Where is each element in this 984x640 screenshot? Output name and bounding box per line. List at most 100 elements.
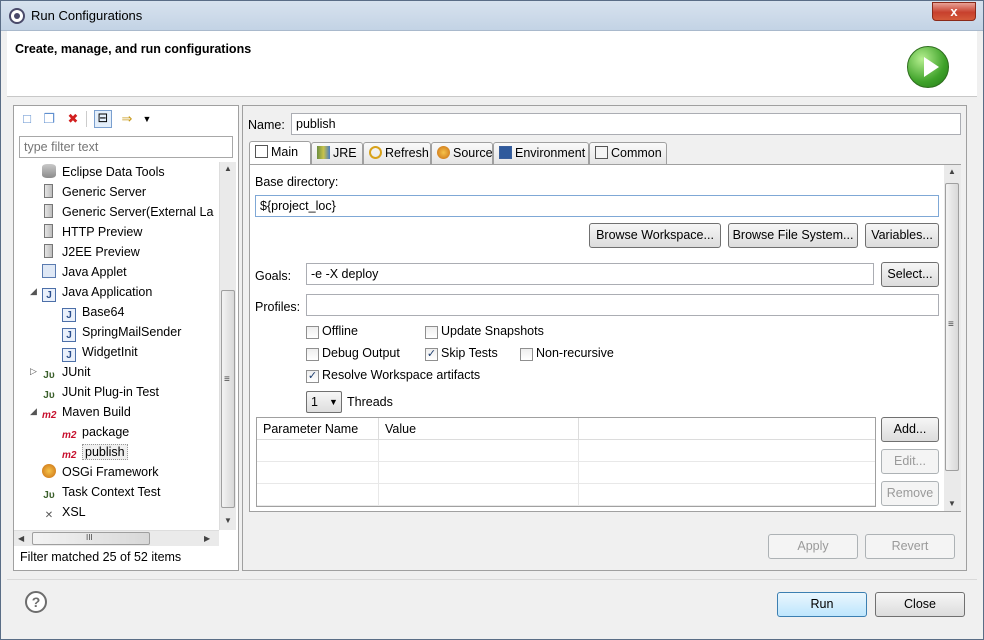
tree-item-generic-server-external[interactable]: Generic Server(External La — [42, 202, 213, 222]
update-snapshots-checkbox[interactable] — [425, 326, 438, 339]
scroll-left-arrow-icon[interactable]: ◀ — [18, 534, 24, 543]
scroll-right-arrow-icon[interactable]: ▶ — [204, 534, 210, 543]
table-row[interactable] — [257, 463, 875, 484]
tree-item-junit-plugin-test[interactable]: Jᴜ JUnit Plug-in Test — [42, 382, 159, 402]
config-tree: Eclipse Data Tools Generic Server Generi… — [14, 162, 219, 530]
tree-item-eclipse-data-tools[interactable]: Eclipse Data Tools — [42, 162, 165, 182]
tree-item-osgi-framework[interactable]: OSGi Framework — [42, 462, 159, 482]
tree-item-xsl[interactable]: ✕ XSL — [42, 502, 86, 522]
tree-vertical-scrollbar[interactable]: ▲ ≡ ▼ — [219, 162, 236, 530]
tab-refresh[interactable]: Refresh — [363, 142, 431, 164]
scroll-down-arrow-icon[interactable]: ▼ — [224, 516, 232, 525]
server-icon — [44, 244, 53, 258]
applet-icon — [42, 264, 56, 278]
help-icon[interactable]: ? — [25, 591, 47, 613]
edit-parameter-button[interactable]: Edit... — [881, 449, 939, 474]
delete-config-icon[interactable]: ✖ — [64, 110, 82, 128]
tree-item-label-selected: publish — [82, 444, 128, 460]
tab-source[interactable]: Source — [431, 142, 493, 164]
tree-item-maven-build[interactable]: m2 Maven Build — [42, 402, 131, 422]
server-icon — [44, 204, 53, 218]
scroll-down-arrow-icon[interactable]: ▼ — [948, 499, 956, 508]
osgi-icon — [42, 464, 56, 478]
tree-item-widgetinit[interactable]: J WidgetInit — [62, 342, 138, 362]
tab-label: Environment — [515, 146, 586, 160]
tree-item-label: package — [82, 425, 130, 439]
server-icon — [44, 184, 53, 198]
collapse-all-icon[interactable]: ⊟ — [94, 110, 112, 128]
tree-item-base64[interactable]: J Base64 — [62, 302, 124, 322]
scroll-up-arrow-icon[interactable]: ▲ — [948, 167, 956, 176]
revert-button[interactable]: Revert — [865, 534, 955, 559]
new-config-icon[interactable]: □ — [18, 110, 36, 128]
browse-file-system-button[interactable]: Browse File System... — [728, 223, 858, 248]
tab-main[interactable]: Main — [249, 141, 311, 164]
filter-config-icon[interactable]: ⇒ — [118, 110, 136, 128]
base-directory-input[interactable]: ${project_loc} — [255, 195, 939, 217]
tree-item-java-application[interactable]: J Java Application — [42, 282, 152, 302]
tab-environment[interactable]: Environment — [493, 142, 589, 164]
tab-label: Source — [453, 146, 493, 160]
database-icon — [42, 164, 56, 178]
tree-item-http-preview[interactable]: HTTP Preview — [42, 222, 142, 242]
expand-toggle-java-application[interactable]: ◢ — [30, 286, 40, 297]
main-tab-icon — [255, 145, 268, 158]
tree-item-package[interactable]: m2 package — [62, 422, 129, 442]
tree-item-task-context-test[interactable]: Jᴜ Task Context Test — [42, 482, 160, 502]
table-column-divider — [378, 440, 379, 506]
scroll-thumb[interactable] — [221, 290, 235, 508]
tree-item-springmailsender[interactable]: J SpringMailSender — [62, 322, 181, 342]
add-parameter-button[interactable]: Add... — [881, 417, 939, 442]
tab-jre[interactable]: JRE — [311, 142, 363, 164]
table-row[interactable] — [257, 441, 875, 462]
browse-workspace-button[interactable]: Browse Workspace... — [589, 223, 721, 248]
tree-item-generic-server[interactable]: Generic Server — [42, 182, 146, 202]
toolbar-divider — [86, 111, 87, 127]
tree-item-publish[interactable]: m2 publish — [62, 442, 128, 462]
tab-label: Refresh — [385, 146, 429, 160]
skip-tests-label: Skip Tests — [441, 346, 498, 360]
debug-output-checkbox[interactable] — [306, 348, 319, 361]
duplicate-config-icon[interactable]: ❐ — [40, 110, 58, 128]
debug-output-label: Debug Output — [322, 346, 400, 360]
expand-toggle-maven-build[interactable]: ◢ — [30, 406, 40, 417]
tab-common[interactable]: Common — [589, 142, 667, 164]
table-row[interactable] — [257, 485, 875, 506]
tree-item-junit[interactable]: Jᴜ JUnit — [42, 362, 90, 382]
main-tab-body: Base directory: ${project_loc} Browse Wo… — [249, 164, 961, 512]
parameters-table[interactable]: Parameter Name Value — [256, 417, 876, 507]
window-close-button[interactable]: x — [932, 2, 976, 21]
value-header[interactable]: Value — [379, 418, 579, 440]
close-button[interactable]: Close — [875, 592, 965, 617]
maven-icon: m2 — [42, 410, 57, 421]
skip-tests-checkbox[interactable]: ✓ — [425, 348, 438, 361]
apply-button[interactable]: Apply — [768, 534, 858, 559]
offline-checkbox[interactable] — [306, 326, 319, 339]
tree-item-java-applet[interactable]: Java Applet — [42, 262, 127, 282]
resolve-workspace-checkbox[interactable]: ✓ — [306, 370, 319, 383]
tree-item-label: JUnit — [62, 365, 91, 379]
main-tab-scrollbar[interactable]: ▲ ≡ ▼ — [944, 165, 961, 511]
profiles-input[interactable] — [306, 294, 939, 316]
threads-combo[interactable]: 1 ▼ — [306, 391, 342, 413]
title-bar[interactable]: Run Configurations x — [1, 1, 983, 31]
tree-item-label: Java Applet — [62, 265, 127, 279]
tree-item-label: OSGi Framework — [62, 465, 159, 479]
filter-input[interactable] — [19, 136, 233, 158]
view-menu-icon[interactable]: ▼ — [138, 110, 156, 128]
variables-button[interactable]: Variables... — [865, 223, 939, 248]
scroll-up-arrow-icon[interactable]: ▲ — [224, 164, 232, 173]
server-icon — [44, 224, 53, 238]
goals-input[interactable]: -e -X deploy — [306, 263, 874, 285]
name-input[interactable]: publish — [291, 113, 961, 135]
run-banner-icon — [907, 46, 949, 88]
select-goals-button[interactable]: Select... — [881, 262, 939, 287]
tree-horizontal-scrollbar[interactable]: ◀ III ▶ — [14, 530, 219, 546]
remove-parameter-button[interactable]: Remove — [881, 481, 939, 506]
tree-item-label: Maven Build — [62, 405, 131, 419]
non-recursive-checkbox[interactable] — [520, 348, 533, 361]
parameter-name-header[interactable]: Parameter Name — [257, 418, 379, 440]
tree-item-j2ee-preview[interactable]: J2EE Preview — [42, 242, 140, 262]
expand-toggle-junit[interactable]: ▷ — [30, 366, 40, 377]
run-button[interactable]: Run — [777, 592, 867, 617]
